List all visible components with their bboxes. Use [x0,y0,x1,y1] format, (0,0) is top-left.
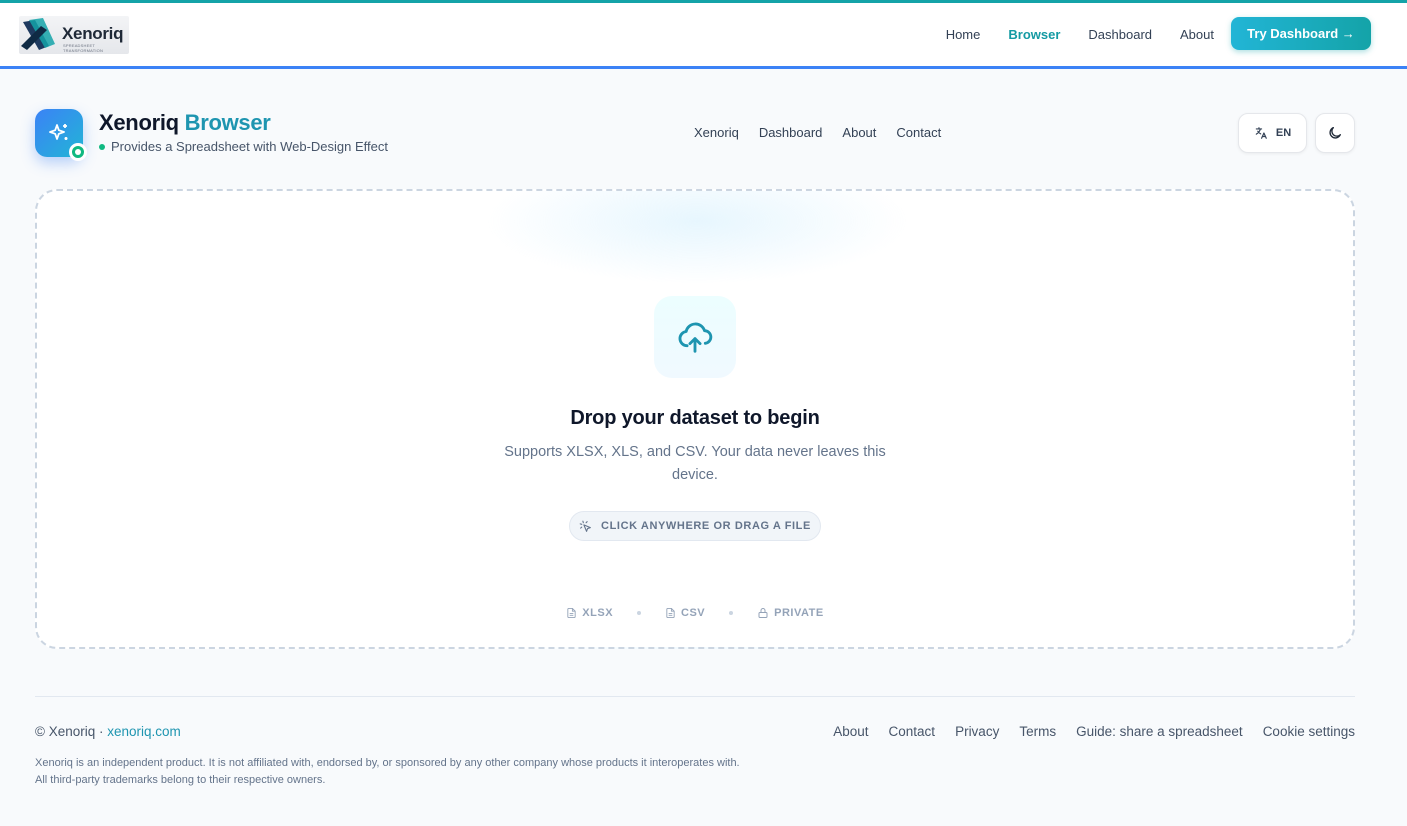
secondary-nav: Xenoriq Dashboard About Contact [694,125,941,140]
disclaimer-line: Xenoriq is an independent product. It is… [35,757,740,769]
format-separator [637,611,642,615]
brand-logo-mark [19,16,59,54]
subnav-about[interactable]: About [842,125,876,140]
footer-link-about[interactable]: About [833,724,868,739]
try-dashboard-button[interactable]: Try Dashboard → [1231,17,1371,50]
footer-divider [35,696,1355,697]
language-label: EN [1275,127,1292,139]
nav-dashboard[interactable]: Dashboard [1088,27,1152,42]
copyright-text: © Xenoriq · [35,724,108,739]
theme-toggle-button[interactable] [1315,113,1355,153]
footer-nav: About Contact Privacy Terms Guide: share… [813,724,1355,739]
cursor-click-icon [579,520,591,532]
online-status-dot [69,143,87,161]
file-dropzone[interactable]: Drop your dataset to begin Supports XLSX… [35,189,1355,649]
tagline-status-dot [99,143,105,150]
nav-about[interactable]: About [1180,27,1214,42]
brand-logo[interactable]: Xenoriq SPREADSHEET TRANSFORMATION [19,16,129,54]
footer-link-contact[interactable]: Contact [889,724,936,739]
file-icon [666,607,675,619]
format-csv: CSV [665,607,705,619]
page-tagline: Provides a Spreadsheet with Web-Design E… [99,139,388,154]
format-csv-label: CSV [681,607,706,619]
moon-icon [1329,127,1341,139]
format-private-label: PRIVATE [774,607,824,619]
footer-link-guide[interactable]: Guide: share a spreadsheet [1076,724,1243,739]
brand-wordmark: Xenoriq [62,24,124,43]
footer-link-cookie-settings[interactable]: Cookie settings [1263,724,1355,739]
format-separator [729,611,734,615]
lock-icon [758,608,768,618]
footer-link-privacy[interactable]: Privacy [955,724,999,739]
format-xlsx: XLSX [566,607,613,619]
footer-copyright: © Xenoriq · xenoriq.com [35,724,181,739]
disclaimer-line: All third-party trademarks belong to the… [35,774,326,786]
page-title-main: Xenoriq [99,110,179,135]
main-nav: Home Browser Dashboard About [946,3,1214,66]
top-navbar: Xenoriq SPREADSHEET TRANSFORMATION Home … [0,0,1407,69]
brand-tagline: SPREADSHEET TRANSFORMATION [63,43,104,53]
format-xlsx-label: XLSX [582,607,614,619]
nav-home[interactable]: Home [946,27,981,42]
file-icon [567,607,576,619]
footer-disclaimer: Xenoriq is an independent product. It is… [35,755,740,789]
sparkles-icon [49,124,68,140]
nav-browser[interactable]: Browser [1008,27,1060,42]
cloud-upload-icon [678,322,713,353]
tagline-text: Provides a Spreadsheet with Web-Design E… [111,139,388,154]
subnav-xenoriq[interactable]: Xenoriq [694,125,739,140]
dropzone-hint-label: CLICK ANYWHERE OR DRAG A FILE [601,520,811,532]
format-private: PRIVATE [757,607,824,619]
upload-icon-tile [654,296,736,378]
page-title: Xenoriq Browser [99,110,271,136]
page-title-accent: Browser [184,110,271,135]
supported-formats: XLSX CSV PRIVATE [37,607,1353,619]
translate-icon [1255,127,1267,139]
dropzone-description: Supports XLSX, XLS, and CSV. Your data n… [504,444,886,483]
dropzone-title: Drop your dataset to begin [570,407,820,429]
site-link[interactable]: xenoriq.com [107,724,181,739]
subnav-dashboard[interactable]: Dashboard [759,125,823,140]
subnav-contact[interactable]: Contact [896,125,941,140]
language-button[interactable]: EN [1238,113,1307,153]
footer-link-terms[interactable]: Terms [1019,724,1056,739]
dropzone-hint-pill[interactable]: CLICK ANYWHERE OR DRAG A FILE [569,511,821,541]
